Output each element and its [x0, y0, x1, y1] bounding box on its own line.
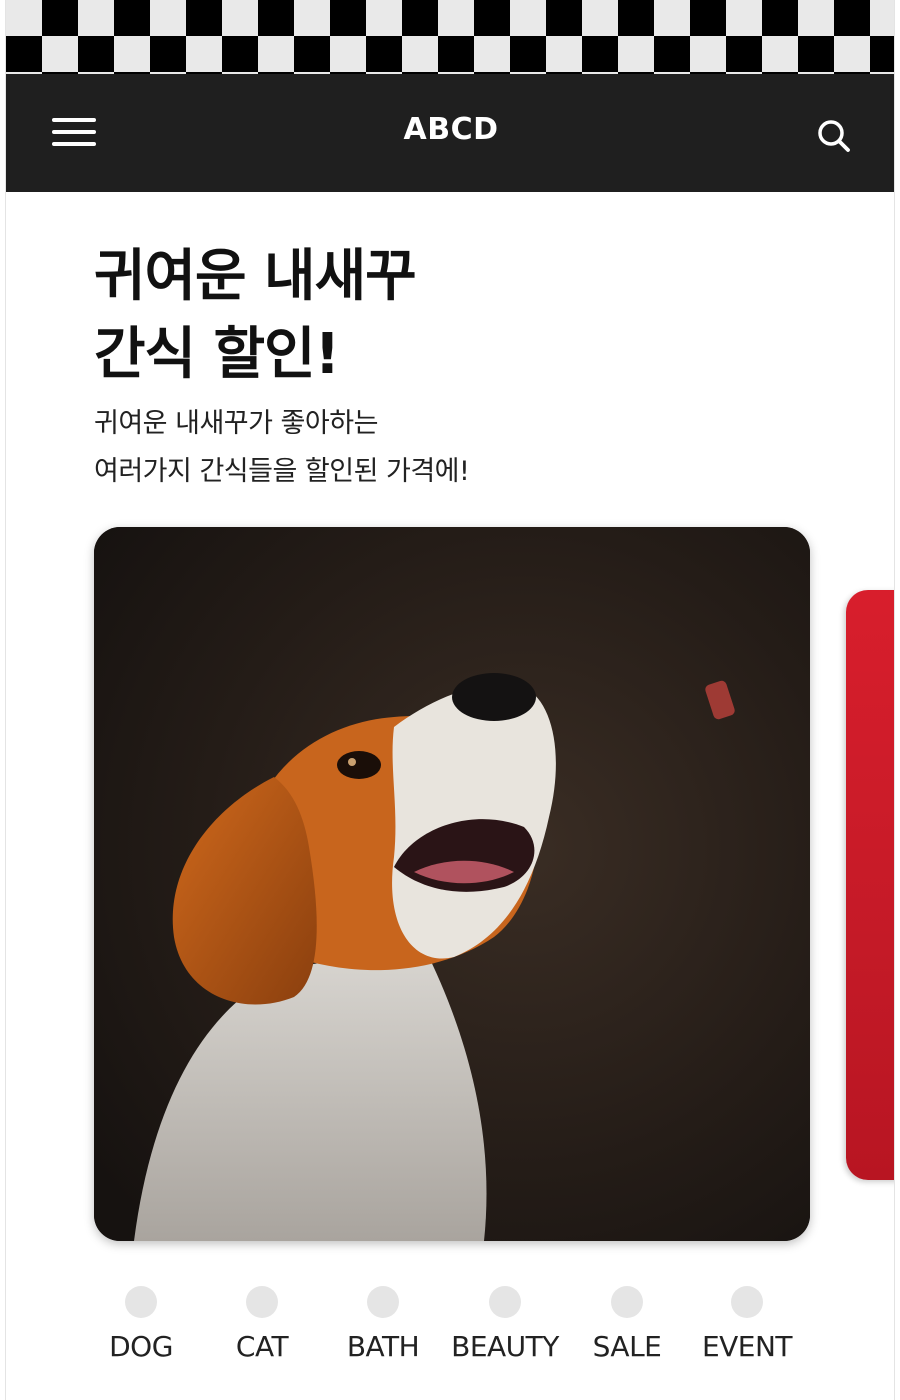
app-title: ABCD [403, 112, 499, 147]
checkered-banner [6, 0, 894, 74]
promo-description-line: 여러가지 간식들을 할인된 가격에! [94, 456, 470, 487]
beagle-treat-photo [94, 527, 810, 1241]
category-nav: DOG CAT BATH BEAUTY SALE EVENT [76, 1286, 876, 1376]
category-bath[interactable]: BATH [318, 1286, 448, 1376]
promo-headline-line: 귀여운 내새꾸 [94, 244, 417, 309]
category-dot-icon [125, 1286, 157, 1318]
promo-description: 귀여운 내새꾸가 좋아하는 여러가지 간식들을 할인된 가격에! [94, 400, 470, 496]
category-label: BEAUTY [451, 1330, 559, 1363]
category-label: BATH [346, 1330, 420, 1363]
category-dot-icon [246, 1286, 278, 1318]
category-sale[interactable]: SALE [562, 1286, 692, 1376]
category-event[interactable]: EVENT [682, 1286, 812, 1376]
category-dot-icon [611, 1286, 643, 1318]
promo-description-line: 귀여운 내새꾸가 좋아하는 [94, 408, 378, 439]
category-label: CAT [235, 1330, 289, 1363]
next-banner-card-peek[interactable] [846, 590, 894, 1180]
category-beauty[interactable]: BEAUTY [440, 1286, 570, 1376]
category-cat[interactable]: CAT [197, 1286, 327, 1376]
category-dot-icon [489, 1286, 521, 1318]
top-app-bar: ABCD [6, 74, 894, 192]
category-label: EVENT [701, 1330, 793, 1363]
promo-headline-line: 간식 할인! [94, 322, 340, 387]
promo-headline: 귀여운 내새꾸 간식 할인! [94, 238, 417, 394]
app-screen: ABCD 귀여운 내새꾸 간식 할인! 귀여운 내새꾸가 좋아하는 여러가지 간… [5, 0, 895, 1400]
category-label: SALE [592, 1330, 662, 1363]
category-label: DOG [109, 1330, 173, 1363]
category-dot-icon [731, 1286, 763, 1318]
hero-banner-card[interactable] [94, 527, 810, 1241]
search-icon[interactable] [812, 114, 856, 158]
category-dog[interactable]: DOG [76, 1286, 206, 1376]
category-dot-icon [367, 1286, 399, 1318]
